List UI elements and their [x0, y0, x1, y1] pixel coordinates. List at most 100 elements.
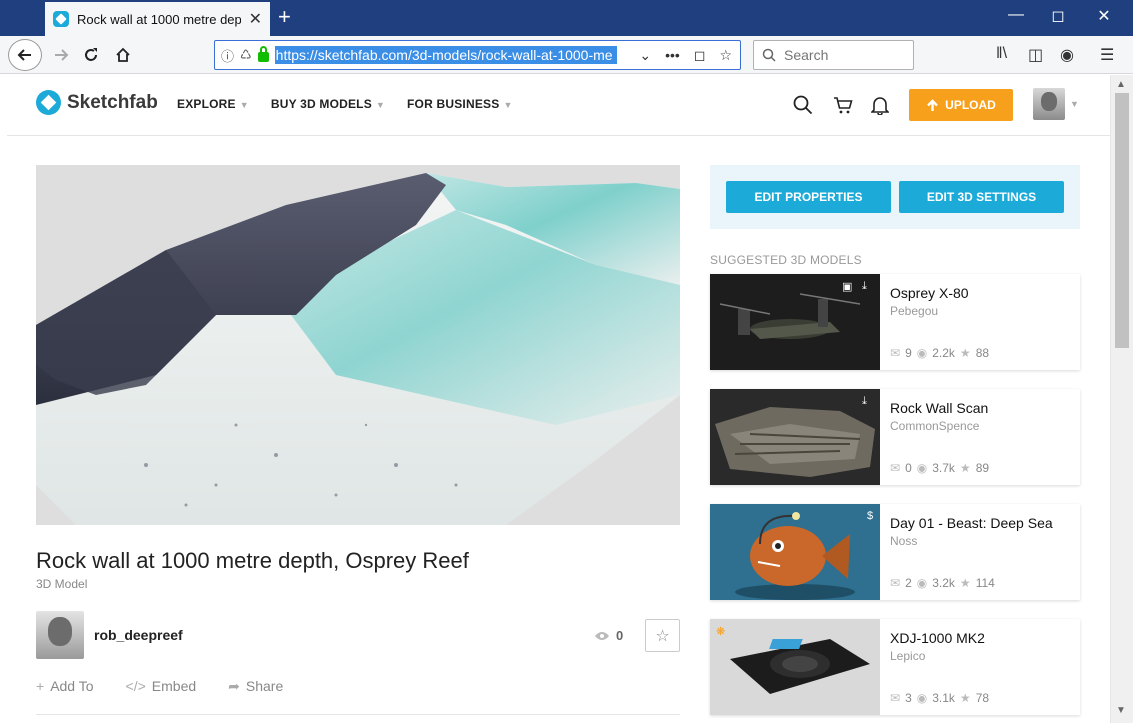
page-actions-icon[interactable]: •••: [665, 47, 680, 64]
sketchfab-favicon-icon: [53, 11, 69, 27]
search-icon: [793, 95, 813, 115]
view-count: 3.1k: [932, 691, 955, 705]
like-count: 114: [975, 576, 995, 590]
chevron-down-icon: ▼: [375, 100, 386, 110]
video-badge-icon: ▣: [842, 281, 853, 293]
edit-properties-button[interactable]: EDIT PROPERTIES: [726, 181, 891, 213]
comment-count: 0: [905, 461, 912, 475]
card-author[interactable]: Noss: [890, 534, 917, 548]
add-to-label: Add To: [50, 678, 94, 694]
browser-tab-active[interactable]: Rock wall at 1000 metre depth, ✕: [45, 2, 270, 36]
forward-arrow-icon: [55, 49, 69, 61]
library-icon[interactable]: ‖\: [996, 45, 1007, 63]
model-thumbnail[interactable]: [710, 619, 880, 715]
code-icon: </>: [125, 678, 146, 694]
card-author[interactable]: Lepico: [890, 649, 925, 663]
model-thumbnail[interactable]: [710, 389, 880, 485]
chevron-down-icon[interactable]: ▼: [1070, 99, 1079, 109]
suggested-model-card[interactable]: ▣ ⤓ Osprey X-80 Pebegou ✉ 9 ◉ 2.2k ★ 88: [710, 274, 1080, 370]
pocket-icon[interactable]: ◻: [694, 47, 706, 64]
add-to-button[interactable]: + Add To: [36, 678, 94, 695]
window-close-icon[interactable]: ✕: [1092, 6, 1116, 26]
logo-text: Sketchfab: [67, 91, 158, 113]
card-title[interactable]: Rock Wall Scan: [890, 400, 988, 416]
suggested-model-card[interactable]: ⤓ Rock Wall Scan CommonSpence ✉ 0 ◉ 3.7k ★…: [710, 389, 1080, 485]
scrollbar-thumb[interactable]: [1115, 93, 1129, 348]
scroll-down-icon[interactable]: ▼: [1116, 705, 1126, 716]
eye-icon: ◉: [916, 461, 928, 475]
site-search-button[interactable]: [793, 95, 813, 120]
upload-button[interactable]: UPLOAD: [909, 89, 1013, 121]
card-stats: ✉ 9 ◉ 2.2k ★ 88: [890, 346, 989, 360]
view-count: 3.2k: [932, 576, 955, 590]
favorite-button[interactable]: ☆: [645, 619, 680, 652]
scroll-up-icon[interactable]: ▲: [1116, 79, 1126, 90]
card-title[interactable]: Osprey X-80: [890, 285, 969, 301]
notifications-button[interactable]: [870, 95, 890, 120]
like-count: 78: [975, 691, 990, 705]
menu-hamburger-icon[interactable]: ☰: [1100, 45, 1114, 65]
thumbnail-image: [710, 274, 880, 370]
model-thumbnail[interactable]: [710, 274, 880, 370]
address-bar[interactable]: ⓘ ♺ https://sketchfab.com/3d-models/rock…: [214, 40, 741, 70]
edit-3d-settings-button[interactable]: EDIT 3D SETTINGS: [899, 181, 1064, 213]
card-stats: ✉ 2 ◉ 3.2k ★ 114: [890, 576, 995, 590]
embed-button[interactable]: </> Embed: [126, 678, 197, 695]
share-label: Share: [245, 678, 284, 694]
nav-for-business[interactable]: FOR BUSINESS ▼: [407, 97, 513, 111]
card-title[interactable]: XDJ-1000 MK2: [890, 630, 985, 646]
card-author[interactable]: CommonSpence: [890, 419, 979, 433]
browser-search-box[interactable]: [753, 40, 914, 70]
bell-icon: [870, 97, 890, 116]
home-icon: [116, 47, 130, 62]
author-avatar[interactable]: [36, 611, 84, 659]
minimize-icon[interactable]: —: [1004, 6, 1028, 24]
new-tab-icon[interactable]: +: [278, 4, 291, 30]
reload-button[interactable]: [76, 40, 106, 70]
home-button[interactable]: [108, 40, 138, 70]
card-stats: ✉ 3 ◉ 3.1k ★ 78: [890, 691, 989, 705]
page-scrollbar[interactable]: ▲ ▼: [1110, 75, 1133, 723]
card-title[interactable]: Day 01 - Beast: Deep Sea: [890, 515, 1053, 531]
maximize-icon[interactable]: ◻: [1046, 6, 1070, 26]
search-icon: [762, 48, 776, 62]
card-author[interactable]: Pebegou: [890, 304, 938, 318]
star-icon: ★: [959, 461, 971, 475]
forward-button[interactable]: [46, 40, 76, 70]
nav-buy-3d-models[interactable]: BUY 3D MODELS ▼: [271, 97, 385, 111]
comment-count: 9: [905, 346, 912, 360]
eye-icon: [595, 631, 609, 640]
back-arrow-icon: [17, 49, 31, 61]
cart-button[interactable]: [833, 95, 853, 120]
download-badge-icon: ⤓: [862, 280, 867, 292]
eye-icon: ◉: [916, 576, 928, 590]
share-button[interactable]: ➦ Share: [228, 678, 283, 695]
model-viewer[interactable]: [36, 165, 680, 525]
suggested-model-card[interactable]: $ Day 01 - Beast: Deep Sea Noss ✉ 2 ◉ 3.2k…: [710, 504, 1080, 600]
account-icon[interactable]: ◉: [1060, 45, 1074, 65]
url-text[interactable]: https://sketchfab.com/3d-models/rock-wal…: [274, 46, 617, 64]
sidebar-toggle-icon[interactable]: ◫: [1028, 45, 1043, 65]
back-button[interactable]: [8, 39, 42, 71]
model-render-image: [36, 165, 680, 525]
url-dropdown-icon[interactable]: ⌄: [639, 47, 651, 64]
sketchfab-logo[interactable]: Sketchfab: [36, 90, 158, 115]
user-avatar[interactable]: [1033, 88, 1065, 120]
tab-close-icon[interactable]: ✕: [249, 9, 262, 29]
avatar-face: [48, 616, 72, 646]
author-name-link[interactable]: rob_deepreef: [94, 627, 183, 643]
thumbnail-image: [710, 504, 880, 600]
model-thumbnail[interactable]: [710, 504, 880, 600]
tracking-shield-icon[interactable]: ♺: [240, 47, 252, 63]
browser-search-input[interactable]: [784, 47, 904, 63]
share-icon: ➦: [228, 678, 240, 694]
thumbnail-image: [710, 619, 880, 715]
info-icon[interactable]: ⓘ: [221, 46, 234, 65]
download-badge-icon: ⤓: [862, 395, 867, 407]
suggested-model-card[interactable]: ❋ XDJ-1000 MK2 Lepico ✉ 3 ◉ 3.1k ★ 78: [710, 619, 1080, 715]
like-count: 88: [975, 346, 990, 360]
bookmark-star-icon[interactable]: ☆: [719, 47, 732, 64]
view-count: 3.7k: [932, 461, 955, 475]
lock-icon[interactable]: [257, 46, 269, 62]
nav-explore[interactable]: EXPLORE ▼: [177, 97, 249, 111]
